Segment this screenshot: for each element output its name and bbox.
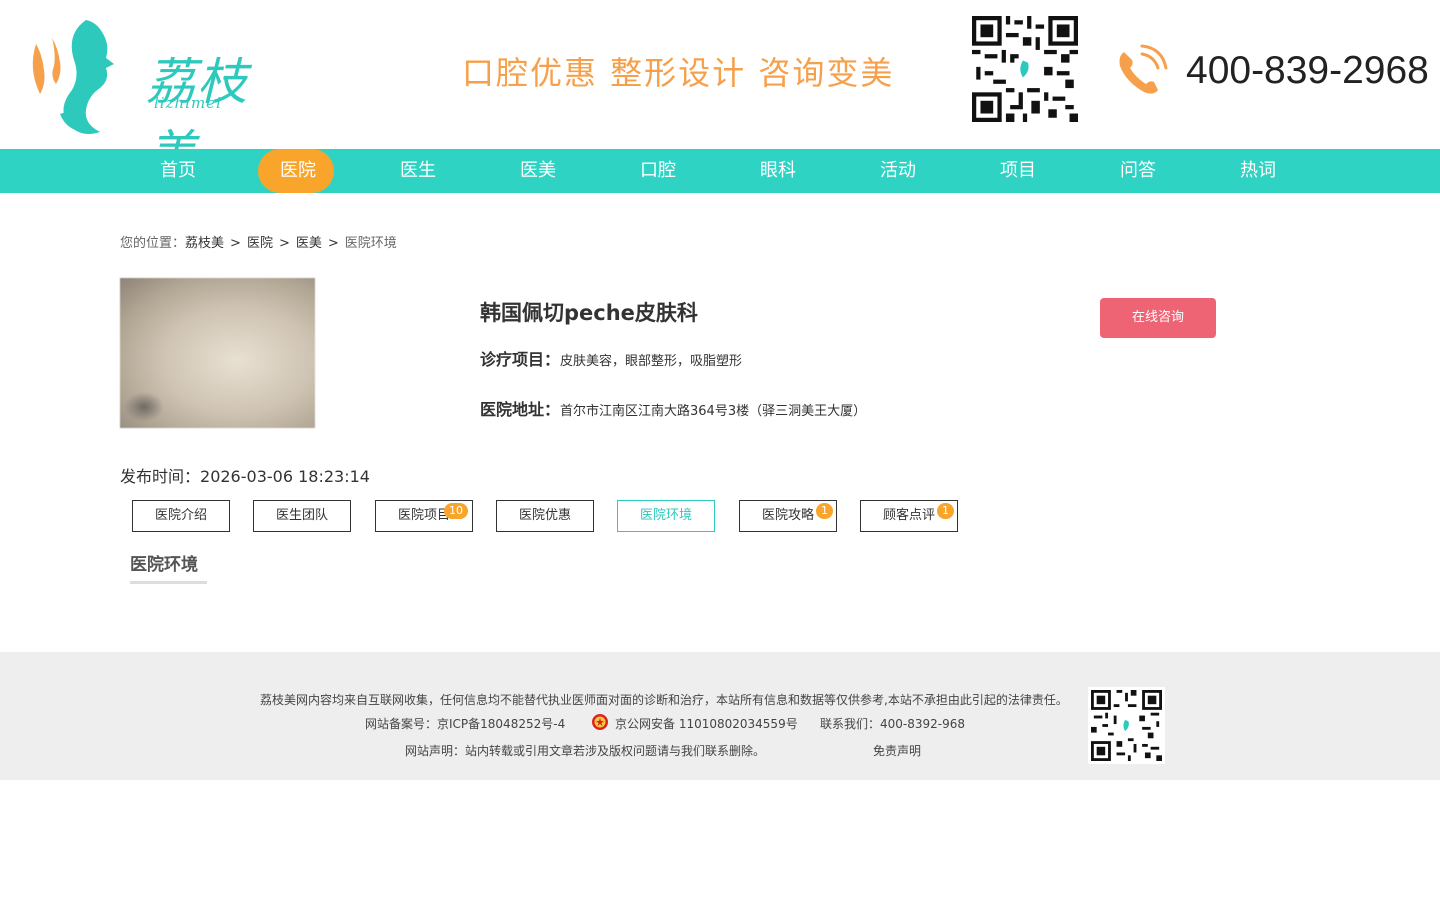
hospital-name: 韩国佩切peche皮肤科 — [480, 301, 698, 325]
nav-item-ophthalmology[interactable]: 眼科 — [718, 149, 838, 193]
online-consult-button[interactable]: 在线咨询 — [1100, 298, 1216, 338]
tab-doctor-team[interactable]: 医生团队 — [253, 500, 351, 532]
nav-item-hot-words[interactable]: 热词 — [1198, 149, 1318, 193]
nav-item-home[interactable]: 首页 — [118, 149, 238, 193]
hospital-address: 医院地址：首尔市江南区江南大路364号3楼（驿三洞美王大厦） — [480, 396, 866, 420]
publish-value: 2026-03-06 18:23:14 — [200, 467, 370, 486]
tab-hospital-guide[interactable]: 医院攻略 1 — [739, 500, 837, 532]
qr-code-icon — [972, 16, 1078, 122]
breadcrumb: 您的位置：荔枝美 > 医院 > 医美 > 医院环境 — [120, 232, 397, 251]
hotline-number: 400-839-2968 — [1186, 49, 1429, 92]
hospital-photo — [120, 278, 315, 428]
tab-hospital-intro[interactable]: 医院介绍 — [132, 500, 230, 532]
site-logo[interactable]: 荔枝美 lizhimei — [26, 14, 286, 183]
nav-item-doctor[interactable]: 医生 — [358, 149, 478, 193]
nav-item-projects[interactable]: 项目 — [958, 149, 1078, 193]
nav-item-hospital[interactable]: 医院 — [238, 149, 358, 193]
footer-qr-code — [1088, 687, 1165, 764]
services-label: 诊疗项目： — [480, 350, 561, 369]
site-header: 荔枝美 lizhimei 口腔优惠 整形设计 咨询变美 400-839-2968 — [0, 0, 1440, 183]
services-value: 皮肤美容，眼部整形，吸脂塑形 — [560, 354, 743, 369]
tab-customer-reviews[interactable]: 顾客点评 1 — [860, 500, 958, 532]
breadcrumb-current: 医院环境 — [344, 236, 397, 251]
phone-icon — [1119, 44, 1168, 94]
qr-code-icon — [1091, 690, 1162, 761]
breadcrumb-separator: > — [278, 236, 290, 251]
nav-item-dental[interactable]: 口腔 — [598, 149, 718, 193]
footer-disclaimer: 荔枝美网内容均来自互联网收集，任何信息均不能替代执业医师面对面的诊断和治疗，本站… — [260, 693, 1068, 707]
count-badge: 1 — [816, 503, 833, 519]
tab-hospital-projects[interactable]: 医院项目 10 — [375, 500, 473, 532]
tab-hospital-environment[interactable]: 医院环境 — [617, 500, 715, 532]
publish-time: 发布时间：2026-03-06 18:23:14 — [120, 463, 370, 487]
main-nav: 首页 医院 医生 医美 口腔 眼科 活动 项目 问答 热词 — [0, 149, 1440, 193]
count-badge: 1 — [937, 503, 954, 519]
logo-subtext: lizhimei — [154, 94, 222, 112]
nav-item-qa[interactable]: 问答 — [1078, 149, 1198, 193]
footer-police-record[interactable]: 京公网安备 11010802034559号 — [615, 715, 798, 732]
breadcrumb-hospital-link[interactable]: 医院 — [247, 236, 273, 251]
nav-item-events[interactable]: 活动 — [838, 149, 958, 193]
hospital-services: 诊疗项目：皮肤美容，眼部整形，吸脂塑形 — [480, 346, 742, 370]
footer-exemption-link[interactable]: 免责声明 — [873, 742, 921, 759]
address-label: 医院地址： — [480, 400, 561, 419]
breadcrumb-separator: > — [230, 236, 241, 251]
section-title: 医院环境 — [130, 550, 207, 584]
breadcrumb-separator: > — [327, 236, 339, 251]
police-badge-icon — [592, 714, 608, 730]
publish-label: 发布时间： — [120, 467, 201, 486]
address-value: 首尔市江南区江南大路364号3楼（驿三洞美王大厦） — [560, 404, 867, 419]
breadcrumb-prefix: 您的位置： — [120, 236, 186, 251]
tab-hospital-offers[interactable]: 医院优惠 — [496, 500, 594, 532]
count-badge: 10 — [444, 503, 468, 519]
footer-statement: 网站声明：站内转载或引用文章若涉及版权问题请与我们联系删除。 — [405, 744, 766, 758]
footer-icp[interactable]: 网站备案号：京ICP备18048252号-4 — [365, 715, 565, 732]
nav-item-aesthetics[interactable]: 医美 — [478, 149, 598, 193]
logo-face-icon — [32, 20, 114, 134]
breadcrumb-aesthetics-link[interactable]: 医美 — [296, 236, 322, 251]
header-slogan: 口腔优惠 整形设计 咨询变美 — [462, 54, 895, 92]
footer-contact: 联系我们：400-8392-968 — [820, 717, 966, 731]
breadcrumb-home-link[interactable]: 荔枝美 — [185, 236, 224, 251]
